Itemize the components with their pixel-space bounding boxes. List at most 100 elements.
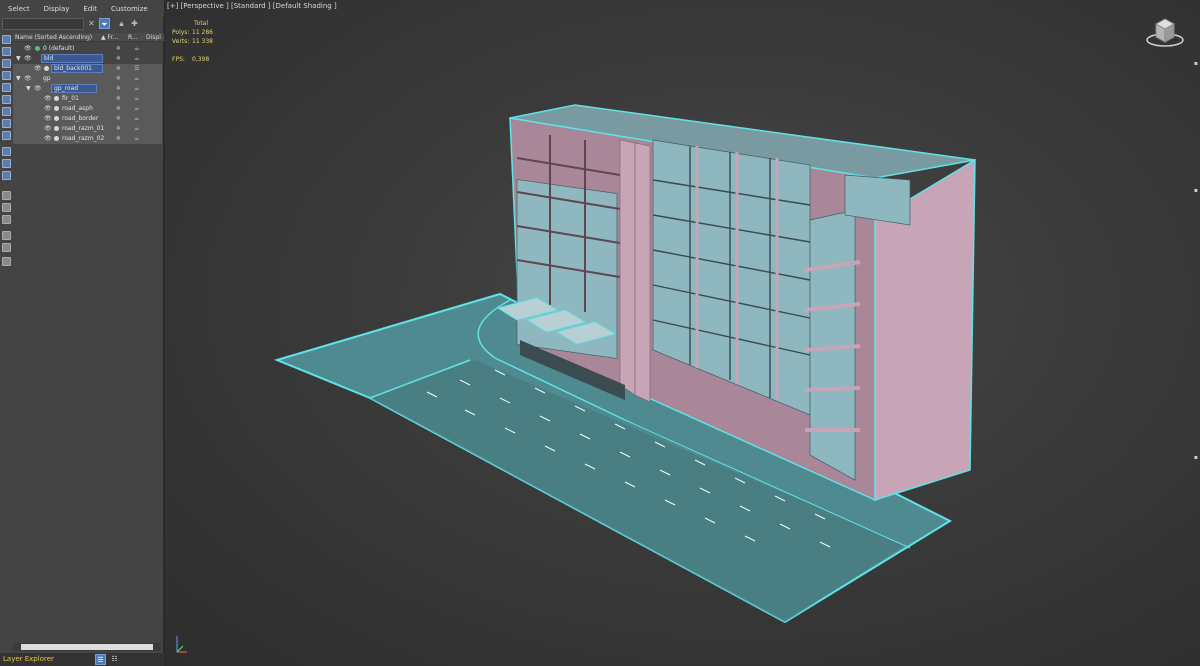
column-name[interactable]: Name (Sorted Ascending) [15, 34, 92, 41]
list-item[interactable]: ▼ 👁︎ gp_road ❄ ☕ [13, 84, 162, 94]
display-geometry-icon[interactable] [2, 35, 11, 44]
row-label: gp [43, 75, 51, 82]
list-item[interactable]: ▼ 👁︎ gp ❄ ☕ [13, 74, 162, 84]
display-none-icon[interactable] [2, 203, 11, 212]
render-icon[interactable]: ☕ [134, 45, 139, 52]
invert-display-icon[interactable] [2, 215, 11, 224]
funnel-icon[interactable] [2, 243, 11, 252]
search-input[interactable] [2, 18, 84, 30]
render-icon[interactable]: ☕ [134, 85, 139, 92]
render-icon[interactable]: ☕ [134, 125, 139, 132]
column-display[interactable]: Displ [146, 34, 161, 41]
viewport-edge-marks: ▪ ▪ ▪ [1193, 60, 1198, 461]
visibility-eye-icon[interactable]: 👁︎ [44, 95, 52, 102]
render-icon[interactable]: ☕ [134, 95, 139, 102]
visibility-eye-icon[interactable]: 👁︎ [24, 55, 32, 62]
display-spacewarps-icon[interactable] [2, 95, 11, 104]
add-layer-icon[interactable]: ✚ [129, 18, 140, 29]
column-render[interactable]: R... [128, 34, 138, 41]
row-label: 0 (default) [43, 45, 75, 52]
verts-count: 11 338 [192, 38, 213, 45]
list-item[interactable]: 👁︎ road_border ❄ ☕ [13, 114, 162, 124]
display-xrefs-icon[interactable] [2, 119, 11, 128]
visibility-eye-icon[interactable]: 👁︎ [24, 75, 32, 82]
perspective-viewport[interactable]: [+] [Perspective ] [Standard ] [Default … [165, 0, 1200, 666]
render-icon[interactable]: ☕ [134, 55, 139, 62]
row-label: road_border [62, 115, 99, 122]
freeze-icon[interactable]: ❄ [116, 125, 121, 132]
sort-by-layer-icon[interactable]: ☰ [95, 654, 106, 665]
freeze-icon[interactable]: ❄ [116, 45, 121, 52]
scrollbar-thumb[interactable] [21, 644, 153, 650]
render-icon[interactable]: ☕ [134, 75, 139, 82]
object-icon [54, 96, 59, 101]
explorer-footer: Layer Explorer ☰ ☷ [0, 653, 164, 666]
visibility-eye-icon[interactable]: 👁︎ [24, 45, 32, 52]
object-icon [54, 116, 59, 121]
display-all-icon[interactable] [2, 191, 11, 200]
filter-icon[interactable]: ⏷ [99, 18, 110, 29]
list-item[interactable]: 👁︎ road_razm_02 ❄ ☕ [13, 134, 162, 144]
viewcube-icon[interactable] [1145, 16, 1185, 48]
menu-edit[interactable]: Edit [83, 5, 97, 13]
render-icon[interactable]: ☕ [134, 105, 139, 112]
list-item[interactable]: 👁︎ fir_01 ❄ ☕ [13, 94, 162, 104]
list-item[interactable]: ▼ 👁︎ bld ❄ ☕ [13, 54, 162, 64]
display-lights-icon[interactable] [2, 59, 11, 68]
expand-arrow-icon[interactable]: ▼ [16, 75, 21, 82]
freeze-icon[interactable]: ❄ [116, 65, 121, 72]
freeze-icon[interactable]: ❄ [116, 135, 121, 142]
render-icon[interactable]: ☕ [134, 135, 139, 142]
list-header: Name (Sorted Ascending) ▲ Fr... R... Dis… [13, 33, 164, 42]
visibility-eye-icon[interactable]: 👁︎ [44, 115, 52, 122]
clear-search-icon[interactable]: ✕ [86, 18, 97, 29]
display-containers-icon[interactable] [2, 147, 11, 156]
display-bones-icon[interactable] [2, 131, 11, 140]
visibility-eye-icon[interactable]: 👁︎ [44, 125, 52, 132]
list-item[interactable]: 👁︎ bld_back001 ❄ ☰ [13, 64, 162, 74]
visibility-eye-icon[interactable]: 👁︎ [44, 135, 52, 142]
fps-value: 0,398 [192, 56, 210, 63]
scene-explorer-panel: Select Display Edit Customize ✕ ⏷ 🔒︎ ✚ N… [0, 0, 164, 666]
row-label: fir_01 [62, 95, 79, 102]
viewport-label[interactable]: [+] [Perspective ] [Standard ] [Default … [167, 2, 337, 10]
folder-icon[interactable] [2, 257, 11, 266]
render-icon[interactable]: ☰ [134, 65, 139, 72]
display-groups-icon[interactable] [2, 107, 11, 116]
expand-arrow-icon[interactable]: ▼ [26, 85, 31, 92]
menu-customize[interactable]: Customize [111, 5, 148, 13]
horizontal-scrollbar[interactable] [13, 643, 161, 651]
render-icon[interactable]: ☕ [134, 115, 139, 122]
axis-tripod-icon [176, 636, 187, 653]
display-hidden-icon[interactable] [2, 171, 11, 180]
search-row: ✕ ⏷ 🔒︎ ✚ [0, 17, 164, 31]
freeze-icon[interactable]: ❄ [116, 55, 121, 62]
scene-render [273, 104, 976, 624]
object-icon [54, 106, 59, 111]
list-item[interactable]: 👁︎ 0 (default) ❄ ☕ [13, 44, 162, 54]
display-cameras-icon[interactable] [2, 71, 11, 80]
visibility-eye-icon[interactable]: 👁︎ [34, 85, 42, 92]
explorer-type-label[interactable]: Layer Explorer [3, 655, 54, 663]
display-helpers-icon[interactable] [2, 83, 11, 92]
freeze-icon[interactable]: ❄ [116, 105, 121, 112]
freeze-icon[interactable]: ❄ [116, 75, 121, 82]
expand-arrow-icon[interactable]: ▼ [16, 55, 21, 62]
freeze-icon[interactable]: ❄ [116, 95, 121, 102]
display-frozen-icon[interactable] [2, 159, 11, 168]
visibility-eye-icon[interactable]: 👁︎ [44, 105, 52, 112]
list-item[interactable]: 👁︎ road_asph ❄ ☕ [13, 104, 162, 114]
verts-label: Verts: [172, 38, 190, 45]
freeze-icon[interactable]: ❄ [116, 115, 121, 122]
sort-by-hierarchy-icon[interactable]: ☷ [109, 654, 120, 665]
column-frozen[interactable]: ▲ Fr... [101, 34, 118, 41]
list-item[interactable]: 👁︎ road_razm_01 ❄ ☕ [13, 124, 162, 134]
menu-display[interactable]: Display [44, 5, 70, 13]
visibility-eye-icon[interactable]: 👁︎ [34, 65, 42, 72]
display-shapes-icon[interactable] [2, 47, 11, 56]
menu-select[interactable]: Select [8, 5, 30, 13]
hierarchy-icon[interactable] [2, 231, 11, 240]
lock-icon[interactable]: 🔒︎ [116, 18, 127, 29]
freeze-icon[interactable]: ❄ [116, 85, 121, 92]
row-label: road_asph [62, 105, 93, 112]
